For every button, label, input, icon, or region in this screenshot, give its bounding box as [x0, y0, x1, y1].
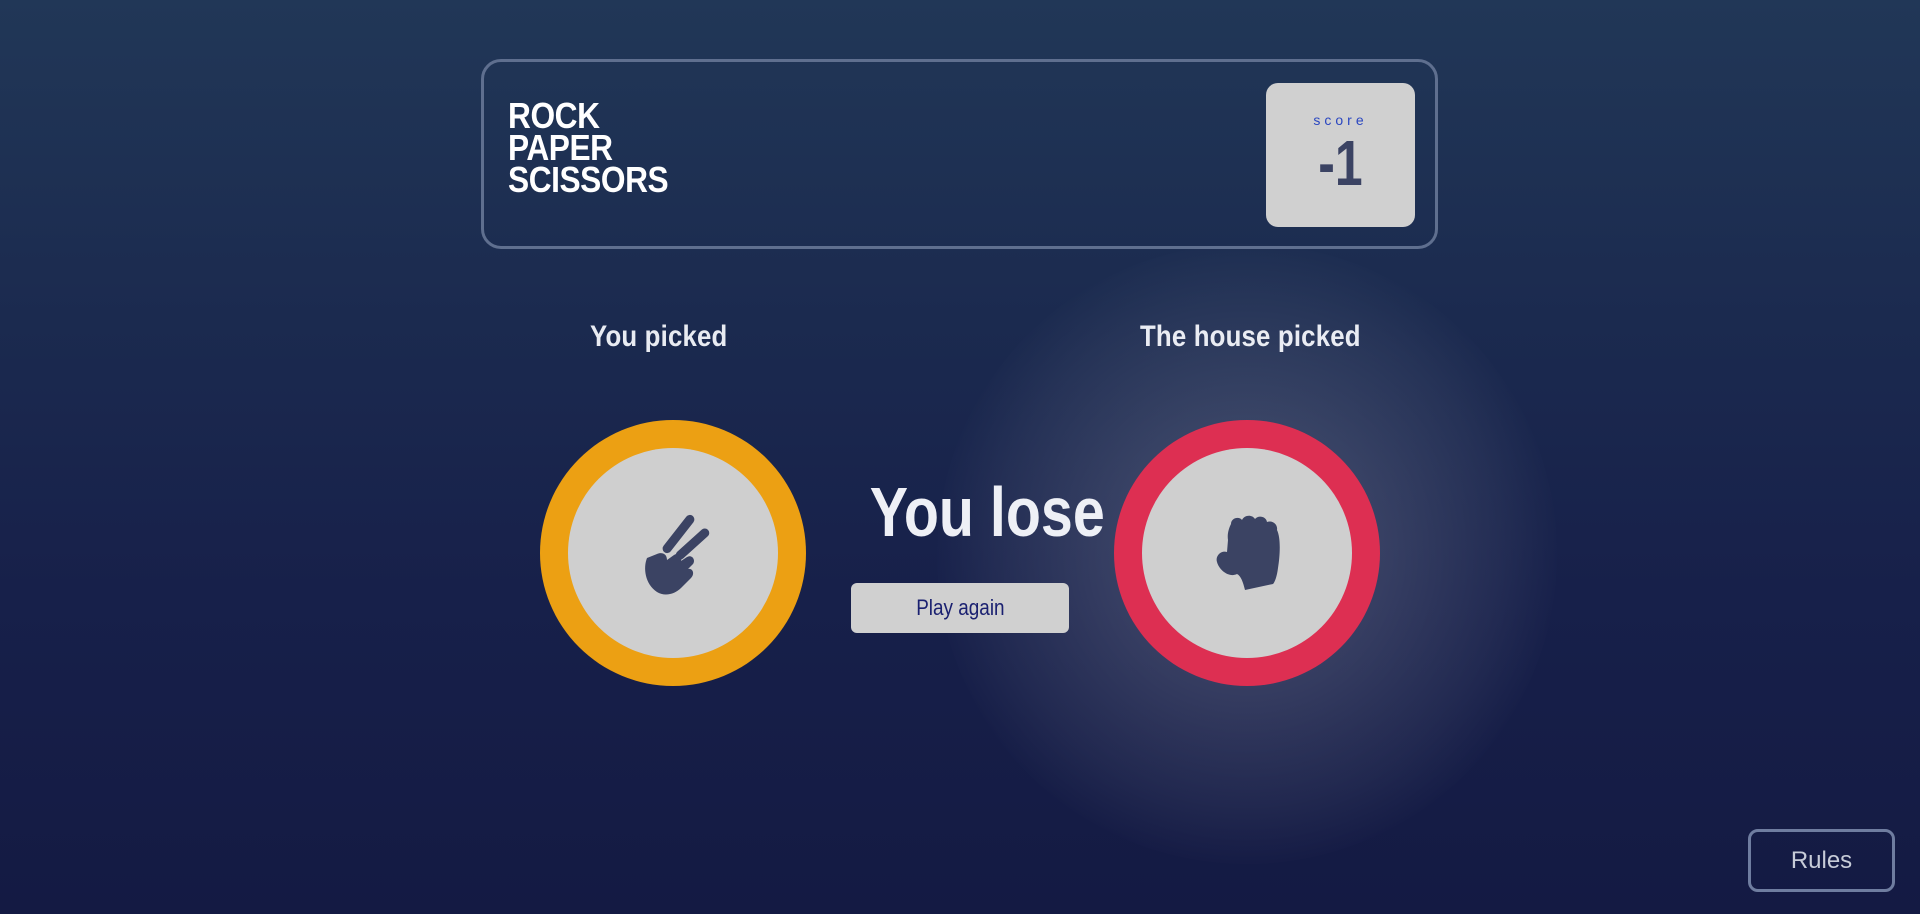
house-pick-token-face: [1142, 448, 1352, 658]
logo-line-scissors: SCISSORS: [508, 159, 669, 200]
play-again-label: Play again: [915, 595, 1005, 620]
result-text: You lose: [869, 473, 1105, 551]
player-pick-token-face: [568, 448, 778, 658]
score-label: score: [1313, 112, 1368, 128]
house-pick-token: [1114, 420, 1380, 686]
rock-fist-icon: [1216, 515, 1280, 590]
rules-button[interactable]: Rules: [1748, 829, 1895, 892]
player-pick-token: [540, 420, 806, 686]
game-logo: ROCK PAPER SCISSORS: [508, 98, 669, 200]
scissors-hand-icon: [645, 514, 710, 595]
scoreboard-header: ROCK PAPER SCISSORS score -1: [481, 59, 1438, 249]
score-value: -1: [1318, 127, 1363, 199]
play-again-button[interactable]: Play again: [851, 583, 1069, 633]
score-box: score -1: [1266, 83, 1415, 227]
player-pick-title: You picked: [590, 320, 728, 353]
house-pick-title: The house picked: [1140, 320, 1361, 353]
